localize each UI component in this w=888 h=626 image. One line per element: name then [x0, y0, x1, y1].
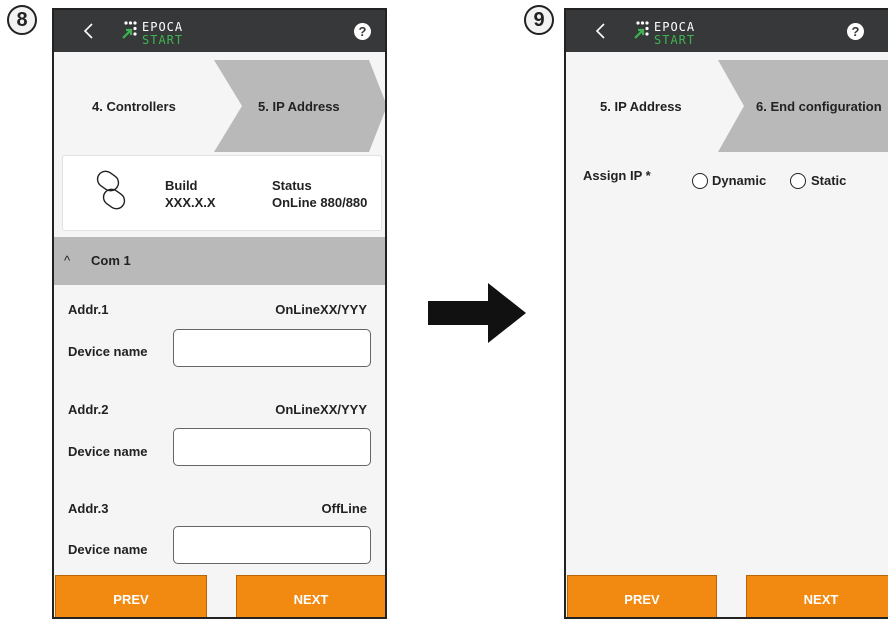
arrow-right-icon [428, 283, 526, 343]
accordion-com1[interactable]: ^ Com 1 [54, 237, 385, 285]
next-button[interactable]: NEXT [746, 575, 888, 617]
step-ip-address-label: 5. IP Address [258, 98, 340, 114]
device-name-label: Device name [68, 542, 148, 557]
chevron-up-icon: ^ [64, 253, 71, 268]
help-icon[interactable]: ? [354, 23, 371, 40]
logo-text-epoca: EPOCA [142, 20, 183, 34]
radio-dynamic-label[interactable]: Dynamic [712, 173, 766, 188]
step-header: 4. Controllers 5. IP Address [54, 60, 385, 152]
logo-text-start: START [142, 33, 183, 47]
step-badge-9: 9 [524, 5, 554, 35]
logo-text-start: START [654, 33, 695, 47]
device-name-label: Device name [68, 444, 148, 459]
back-icon[interactable] [592, 22, 610, 40]
logo-text-epoca: EPOCA [654, 20, 695, 34]
status-value: OnLine 880/880 [272, 195, 368, 210]
top-bar: EPOCA START ? [566, 10, 888, 52]
device-name-field[interactable] [173, 329, 371, 367]
step-number: 8 [16, 8, 28, 31]
controller-card: Build XXX.X.X Status OnLine 880/880 [62, 155, 382, 231]
next-button[interactable]: NEXT [236, 575, 385, 617]
phone-screen-8: EPOCA START ? 4. Controllers 5. IP Addre… [52, 8, 387, 619]
step-ip-address[interactable]: 5. IP Address [600, 60, 682, 152]
step-end-configuration-label: 6. End configuration [756, 98, 882, 114]
prev-button[interactable]: PREV [567, 575, 717, 617]
epoca-start-logo: EPOCA START [634, 20, 695, 47]
device-name-field[interactable] [173, 526, 371, 564]
device-name-field[interactable] [173, 428, 371, 466]
radio-dynamic[interactable] [692, 173, 708, 189]
step-number: 9 [533, 8, 545, 31]
help-icon[interactable]: ? [847, 23, 864, 40]
accordion-title: Com 1 [91, 253, 131, 268]
step-header: 5. IP Address 6. End configuration [566, 60, 888, 152]
link-icon [96, 170, 126, 210]
device-addr: Addr.1 [68, 302, 109, 317]
status-label: Status [272, 178, 312, 193]
prev-button[interactable]: PREV [55, 575, 207, 617]
step-end-configuration[interactable]: 6. End configuration [718, 60, 888, 152]
assign-ip-label: Assign IP * [583, 168, 651, 183]
build-value: XXX.X.X [165, 195, 216, 210]
phone-screen-9: EPOCA START ? 5. IP Address 6. End confi… [564, 8, 888, 619]
step-ip-address[interactable]: 5. IP Address [214, 60, 385, 152]
radio-static[interactable] [790, 173, 806, 189]
back-icon[interactable] [80, 22, 98, 40]
device-status: OnLineXX/YYY [275, 402, 367, 417]
epoca-start-logo: EPOCA START [122, 20, 183, 47]
step-badge-8: 8 [7, 5, 37, 35]
device-status: OnLineXX/YYY [275, 302, 367, 317]
device-status: OffLine [321, 501, 368, 516]
top-bar: EPOCA START ? [54, 10, 385, 52]
device-addr: Addr.2 [68, 402, 109, 417]
radio-static-label[interactable]: Static [811, 173, 846, 188]
device-name-label: Device name [68, 344, 148, 359]
device-addr: Addr.3 [68, 501, 109, 516]
build-label: Build [165, 178, 198, 193]
step-controllers[interactable]: 4. Controllers [92, 60, 176, 152]
